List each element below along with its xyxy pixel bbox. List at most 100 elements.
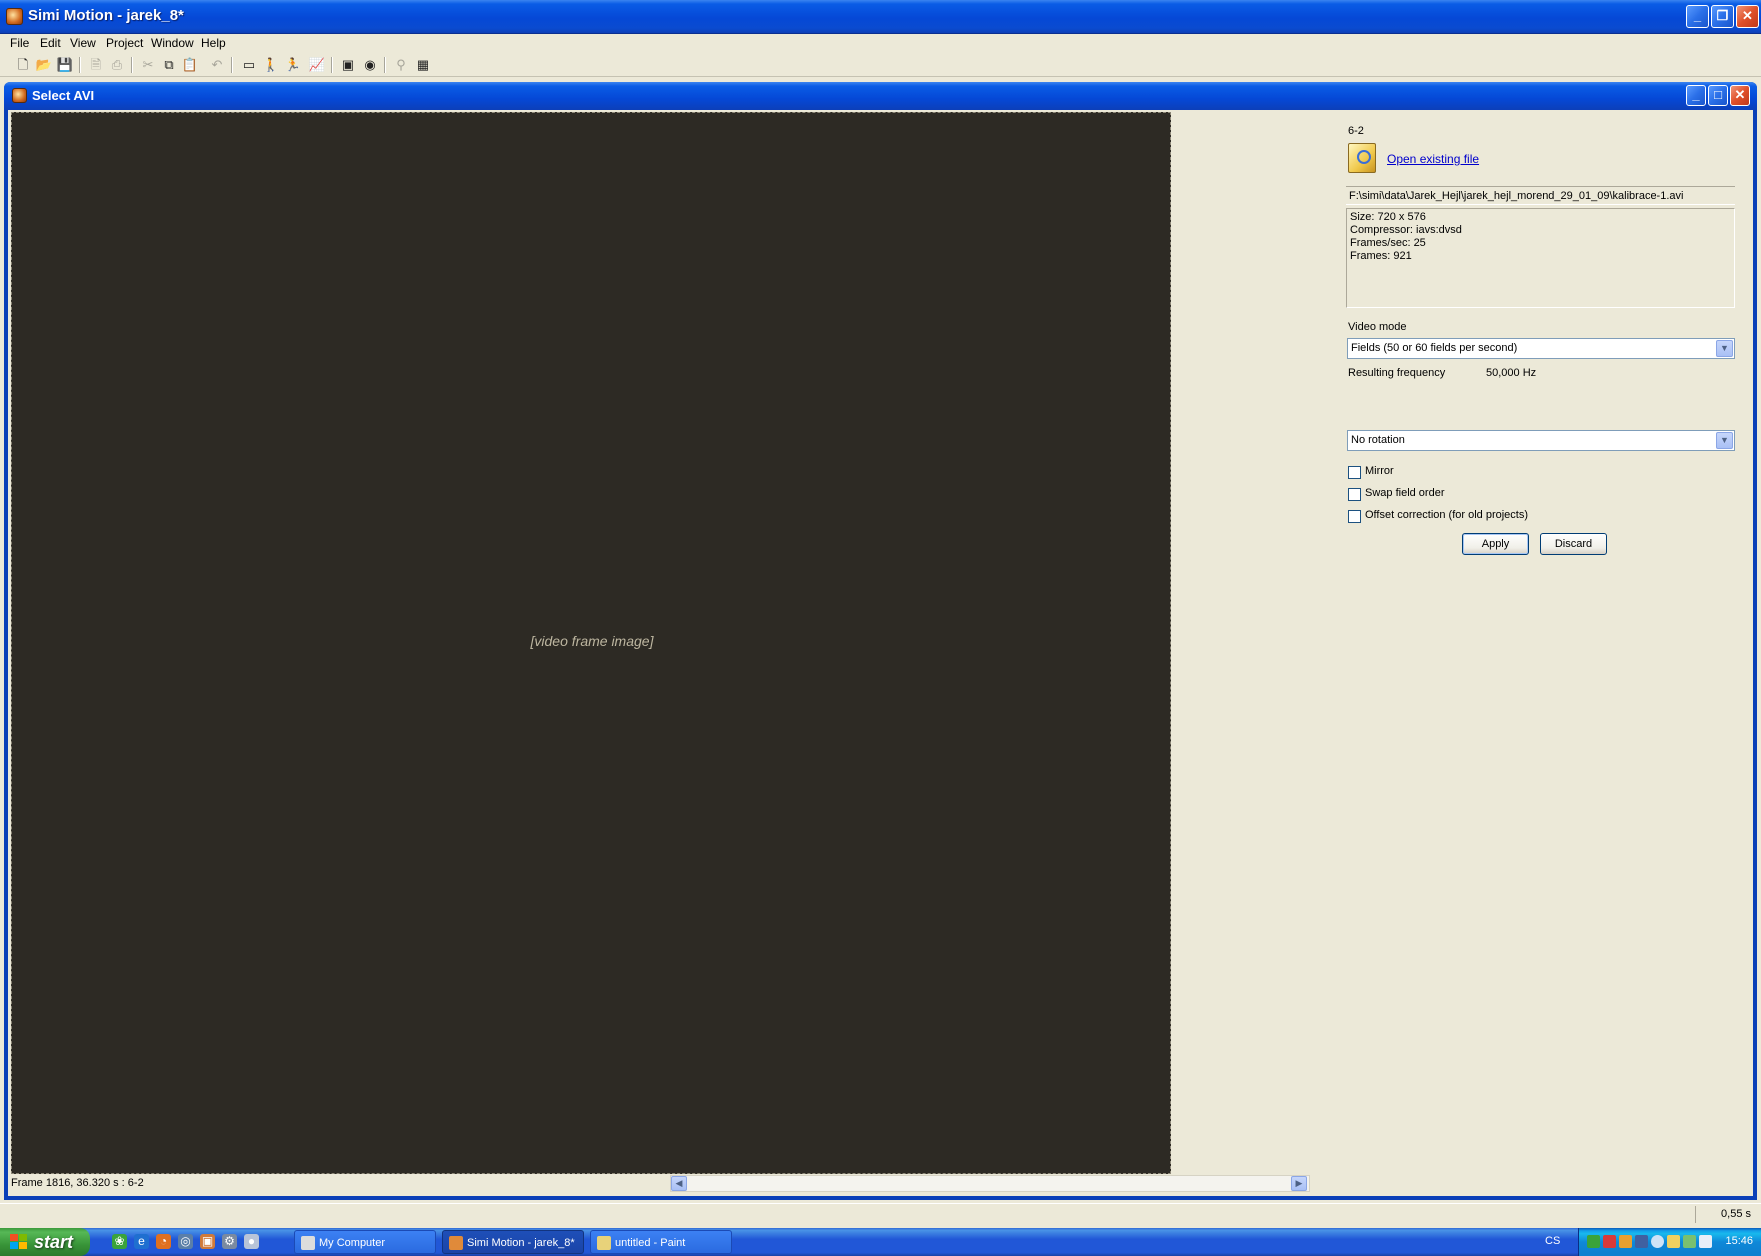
computer-icon	[301, 1236, 315, 1250]
restore-button[interactable]: ❐	[1711, 5, 1734, 28]
tray-update-icon[interactable]	[1667, 1235, 1680, 1248]
child-close-button[interactable]: ✕	[1730, 85, 1750, 106]
task-paint[interactable]: untitled - Paint	[590, 1230, 732, 1254]
app-icon[interactable]	[6, 8, 23, 25]
windows-logo-icon	[10, 1234, 27, 1249]
stick-figure-icon[interactable]: ⚲	[392, 56, 410, 74]
chevron-down-icon[interactable]: ▼	[1716, 340, 1733, 357]
avi-settings-panel: 6-2 Open existing file F:\simi\data\Jare…	[1336, 112, 1753, 1192]
file-info-compressor: Compressor: iavs:dvsd	[1350, 224, 1462, 236]
task-simi-motion[interactable]: Simi Motion - jarek_8*	[442, 1230, 584, 1254]
paint-icon	[597, 1236, 611, 1250]
menu-bar: File Edit View Project Window Help	[0, 34, 1761, 54]
status-time: 0,55 s	[1695, 1206, 1755, 1223]
quicklaunch-desktop-icon[interactable]: ❀	[112, 1234, 127, 1249]
rotation-value: No rotation	[1351, 434, 1405, 446]
child-window-icon[interactable]	[12, 88, 27, 103]
taskbar: start ❀ e ◔ ◎ ▣ ⚙ ● My Computer Simi Mot…	[0, 1228, 1761, 1256]
swap-field-order-checkbox[interactable]	[1348, 488, 1361, 501]
cut-icon[interactable]: ✂	[139, 56, 157, 74]
paste-icon[interactable]: 📋	[181, 56, 199, 74]
menu-project[interactable]: Project	[106, 36, 143, 50]
new-icon[interactable]: 🗋	[14, 56, 32, 74]
clock[interactable]: 15:46	[1725, 1235, 1753, 1247]
menu-window[interactable]: Window	[151, 36, 194, 50]
child-window-title: Select AVI	[32, 88, 95, 103]
toolbar-separator	[384, 57, 386, 73]
tray-display-icon[interactable]	[1699, 1235, 1712, 1248]
file-info-frames: Frames: 921	[1350, 250, 1412, 262]
undo-icon[interactable]: ↶	[208, 56, 226, 74]
task-paint-label: untitled - Paint	[615, 1237, 686, 1249]
menu-view[interactable]: View	[70, 36, 96, 50]
video-scrollbar[interactable]: ◀ ▶	[670, 1175, 1310, 1192]
app-title: Simi Motion - jarek_8*	[28, 7, 184, 24]
start-button[interactable]: start	[0, 1228, 90, 1256]
language-indicator[interactable]: CS	[1545, 1235, 1560, 1247]
discard-button[interactable]: Discard	[1540, 533, 1607, 555]
tray-app-icon[interactable]	[1619, 1235, 1632, 1248]
quicklaunch-firefox-icon[interactable]: ◔	[156, 1234, 171, 1249]
tray-volume-icon[interactable]	[1635, 1235, 1648, 1248]
quicklaunch-ie-icon[interactable]: e	[134, 1234, 149, 1249]
tray-antivirus-icon[interactable]	[1603, 1235, 1616, 1248]
window-icon[interactable]: ▭	[240, 56, 258, 74]
resulting-frequency-label: Resulting frequency	[1348, 367, 1446, 379]
open-existing-file-link[interactable]: Open existing file	[1387, 152, 1479, 166]
minimize-button[interactable]: _	[1686, 5, 1709, 28]
file-info-fps: Frames/sec: 25	[1350, 237, 1426, 249]
toolbar-separator	[131, 57, 133, 73]
task-my-computer[interactable]: My Computer	[294, 1230, 436, 1254]
video-icon[interactable]: ▣	[339, 56, 357, 74]
swap-field-order-label: Swap field order	[1365, 487, 1445, 499]
print-icon[interactable]: ⎙	[108, 56, 126, 74]
tray-network-icon[interactable]	[1587, 1235, 1600, 1248]
calendar-icon[interactable]: ▦	[414, 56, 432, 74]
simi-motion-icon	[449, 1236, 463, 1250]
stream-label: 6-2	[1348, 125, 1364, 137]
task-simi-motion-label: Simi Motion - jarek_8*	[467, 1237, 575, 1249]
child-maximize-button[interactable]: □	[1708, 85, 1728, 106]
offset-correction-checkbox[interactable]	[1348, 510, 1361, 523]
child-minimize-button[interactable]: _	[1686, 85, 1706, 106]
open-icon[interactable]: 📂	[35, 56, 53, 74]
close-button[interactable]: ✕	[1736, 5, 1759, 28]
tray-safely-remove-icon[interactable]	[1683, 1235, 1696, 1248]
tray-sync-icon[interactable]	[1651, 1235, 1664, 1248]
copy-icon[interactable]: ⧉	[160, 56, 178, 74]
chevron-down-icon[interactable]: ▼	[1716, 432, 1733, 449]
app-titlebar: Simi Motion - jarek_8* _ ❐ ✕	[0, 0, 1761, 34]
video-mode-label: Video mode	[1348, 321, 1407, 333]
video-mode-select[interactable]: Fields (50 or 60 fields per second) ▼	[1347, 338, 1735, 359]
file-info: Size: 720 x 576 Compressor: iavs:dvsd Fr…	[1346, 208, 1735, 308]
menu-edit[interactable]: Edit	[40, 36, 61, 50]
save-icon[interactable]: 💾	[56, 56, 74, 74]
scroll-left-arrow[interactable]: ◀	[671, 1176, 687, 1191]
camera-icon[interactable]: ◉	[361, 56, 379, 74]
open-file-icon[interactable]	[1348, 143, 1376, 173]
quicklaunch-app-icon[interactable]: ◎	[178, 1234, 193, 1249]
video-frame[interactable]: [video frame image]	[11, 112, 1171, 1174]
rotation-select[interactable]: No rotation ▼	[1347, 430, 1735, 451]
quicklaunch-media-icon[interactable]: ●	[244, 1234, 259, 1249]
menu-file[interactable]: File	[10, 36, 29, 50]
toolbar-separator	[231, 57, 233, 73]
offset-correction-label: Offset correction (for old projects)	[1365, 509, 1529, 521]
toolbar-separator	[331, 57, 333, 73]
menu-help[interactable]: Help	[201, 36, 226, 50]
quicklaunch-tool-icon[interactable]: ⚙	[222, 1234, 237, 1249]
task-my-computer-label: My Computer	[319, 1237, 386, 1249]
chart-icon[interactable]: 📈	[308, 56, 326, 74]
print-preview-icon[interactable]: 🗎	[87, 56, 105, 74]
quicklaunch-simi-icon[interactable]: ▣	[200, 1234, 215, 1249]
person-icon[interactable]: 🚶	[262, 56, 280, 74]
resulting-frequency-value: 50,000 Hz	[1486, 367, 1537, 379]
mirror-checkbox[interactable]	[1348, 466, 1361, 479]
status-bar: 0,55 s	[0, 1203, 1761, 1225]
child-window-titlebar: Select AVI _ □ ✕	[4, 82, 1757, 110]
file-path: F:\simi\data\Jarek_Hejl\jarek_hejl_moren…	[1346, 186, 1735, 205]
apply-button[interactable]: Apply	[1462, 533, 1529, 555]
scroll-right-arrow[interactable]: ▶	[1291, 1176, 1307, 1191]
run-icon[interactable]: 🏃	[284, 56, 302, 74]
start-label: start	[34, 1232, 74, 1252]
